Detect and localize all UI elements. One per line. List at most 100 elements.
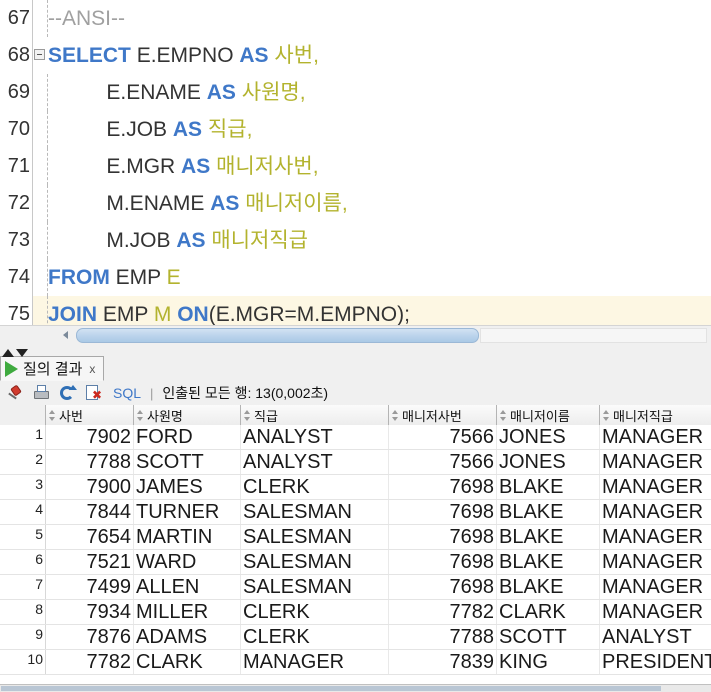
column-header-label: 매니저사번: [402, 408, 462, 424]
table-row[interactable]: 9 7876 ADAMS CLERK 7788 SCOTT ANALYST: [0, 625, 711, 650]
code-line[interactable]: 71 E.MGR AS 매니저사번,: [0, 148, 711, 185]
table-cell: 7698: [389, 475, 497, 499]
table-row[interactable]: 2 7788 SCOTT ANALYST 7566 JONES MANAGER: [0, 450, 711, 475]
table-cell: SALESMAN: [241, 550, 389, 574]
splitter-up-icon[interactable]: [2, 349, 14, 357]
table-cell: MANAGER: [600, 475, 711, 499]
table-row[interactable]: 8 7934 MILLER CLERK 7782 CLARK MANAGER: [0, 600, 711, 625]
grid-body[interactable]: 1 7902 FORD ANALYST 7566 JONES MANAGER 2 7788 SCO…: [0, 425, 711, 675]
table-row[interactable]: 3 7900 JAMES CLERK 7698 BLAKE MANAGER: [0, 475, 711, 500]
code-line[interactable]: 73 M.JOB AS 매니저직급: [0, 222, 711, 259]
table-cell: 7698: [389, 550, 497, 574]
row-number: 1: [0, 425, 46, 449]
table-cell: CLERK: [241, 475, 389, 499]
table-row[interactable]: 4 7844 TURNER SALESMAN 7698 BLAKE MANAGER: [0, 500, 711, 525]
row-number: 3: [0, 475, 46, 499]
table-cell: BLAKE: [497, 575, 600, 599]
table-row[interactable]: 7 7499 ALLEN SALESMAN 7698 BLAKE MANAGER: [0, 575, 711, 600]
table-cell: CLARK: [497, 600, 600, 624]
code-line[interactable]: 75 JOIN EMP M ON(E.MGR=M.EMPNO);: [0, 296, 711, 325]
line-number: 72: [7, 192, 30, 214]
code-token-kw: JOIN: [48, 303, 98, 325]
sort-indicator-icon[interactable]: [499, 409, 508, 422]
code-token-punct: [48, 81, 106, 104]
sort-indicator-icon[interactable]: [136, 409, 145, 422]
sort-indicator-icon[interactable]: [243, 409, 252, 422]
code-token-ident: E.JOB: [106, 118, 168, 141]
table-cell: PRESIDENT: [600, 650, 711, 674]
results-panel: 질의 결과 x SQL | 인출된 모든 행: 13(0,002초) 사번 사원명…: [0, 344, 711, 692]
table-cell: 7934: [46, 600, 134, 624]
code-token-punct: [48, 155, 106, 178]
splitter-down-icon[interactable]: [16, 349, 28, 357]
table-row[interactable]: 6 7521 WARD SALESMAN 7698 BLAKE MANAGER: [0, 550, 711, 575]
sort-indicator-icon[interactable]: [391, 409, 400, 422]
grid-scrollbar-thumb[interactable]: [1, 686, 661, 691]
table-row[interactable]: 10 7782 CLARK MANAGER 7839 KING PRESIDENT: [0, 650, 711, 675]
grid-horizontal-scrollbar[interactable]: [0, 684, 711, 692]
code-token-ident: M.JOB: [106, 229, 171, 252]
table-cell: MANAGER: [241, 650, 389, 674]
sort-indicator-icon[interactable]: [48, 409, 57, 422]
code-token-kw: AS: [239, 44, 269, 67]
pin-icon[interactable]: [6, 384, 25, 403]
column-header[interactable]: 사원명: [134, 405, 241, 425]
scroll-left-arrow-icon[interactable]: [60, 329, 73, 342]
table-cell: 7654: [46, 525, 134, 549]
code-text: E.ENAME AS 사원명,: [48, 74, 305, 111]
table-cell: SALESMAN: [241, 525, 389, 549]
row-number: 9: [0, 625, 46, 649]
scrollbar-track[interactable]: [480, 328, 707, 343]
column-header-label: 사번: [59, 408, 83, 424]
code-token-kw: AS: [176, 229, 206, 252]
column-header[interactable]: 사번: [46, 405, 134, 425]
results-grid[interactable]: 사번 사원명 직급 매니저사번 매니저이름 매니저직급 1 7902 FORD ANALYST 7…: [0, 405, 711, 692]
table-cell: 7499: [46, 575, 134, 599]
code-token-ident: E.MGR: [106, 155, 176, 178]
scrollbar-thumb[interactable]: [76, 328, 479, 343]
table-cell: MANAGER: [600, 500, 711, 524]
code-line[interactable]: 68 SELECT E.EMPNO AS 사번,: [0, 37, 711, 74]
table-cell: ANALYST: [241, 425, 389, 449]
table-cell: MANAGER: [600, 450, 711, 474]
refresh-icon[interactable]: [58, 384, 77, 403]
table-cell: 7566: [389, 425, 497, 449]
sql-editor[interactable]: 67 --ANSI-- 68 SELECT E.EMPNO AS 사번, 69 E.EN…: [0, 0, 711, 325]
table-cell: WARD: [134, 550, 241, 574]
print-icon[interactable]: [32, 384, 51, 403]
sql-source-label[interactable]: SQL: [113, 385, 141, 401]
table-cell: CLERK: [241, 625, 389, 649]
close-icon[interactable]: x: [89, 362, 95, 376]
table-cell: SCOTT: [497, 625, 600, 649]
column-header[interactable]: 매니저사번: [389, 405, 497, 425]
table-row[interactable]: 5 7654 MARTIN SALESMAN 7698 BLAKE MANAGER: [0, 525, 711, 550]
code-line[interactable]: 72 M.ENAME AS 매니저이름,: [0, 185, 711, 222]
code-token-korean: 사번: [274, 44, 314, 67]
table-cell: ANALYST: [241, 450, 389, 474]
code-token-korean: ,: [246, 118, 253, 141]
code-text: FROM EMP E: [48, 259, 181, 296]
code-line[interactable]: 74 FROM EMP E: [0, 259, 711, 296]
sort-indicator-icon[interactable]: [602, 409, 611, 422]
code-fold-toggle-icon[interactable]: [34, 49, 45, 60]
code-token-kw: SELECT: [48, 44, 131, 67]
code-line[interactable]: 70 E.JOB AS 직급,: [0, 111, 711, 148]
table-row[interactable]: 1 7902 FORD ANALYST 7566 JONES MANAGER: [0, 425, 711, 450]
code-line[interactable]: 69 E.ENAME AS 사원명,: [0, 74, 711, 111]
row-number-header: [0, 405, 46, 425]
row-number: 6: [0, 550, 46, 574]
column-header[interactable]: 매니저직급: [600, 405, 711, 425]
gutter-separator: [32, 148, 33, 185]
code-line[interactable]: 67 --ANSI--: [0, 0, 711, 37]
editor-horizontal-scrollbar[interactable]: [0, 325, 711, 345]
table-cell: BLAKE: [497, 500, 600, 524]
cancel-icon[interactable]: [84, 384, 103, 403]
column-header[interactable]: 매니저이름: [497, 405, 600, 425]
panel-splitter-arrows[interactable]: [2, 344, 30, 357]
row-number: 5: [0, 525, 46, 549]
column-header[interactable]: 직급: [241, 405, 389, 425]
code-token-korean: 매니저직급: [211, 229, 309, 252]
table-cell: 7566: [389, 450, 497, 474]
row-number: 2: [0, 450, 46, 474]
tab-query-result[interactable]: 질의 결과 x: [0, 356, 105, 381]
